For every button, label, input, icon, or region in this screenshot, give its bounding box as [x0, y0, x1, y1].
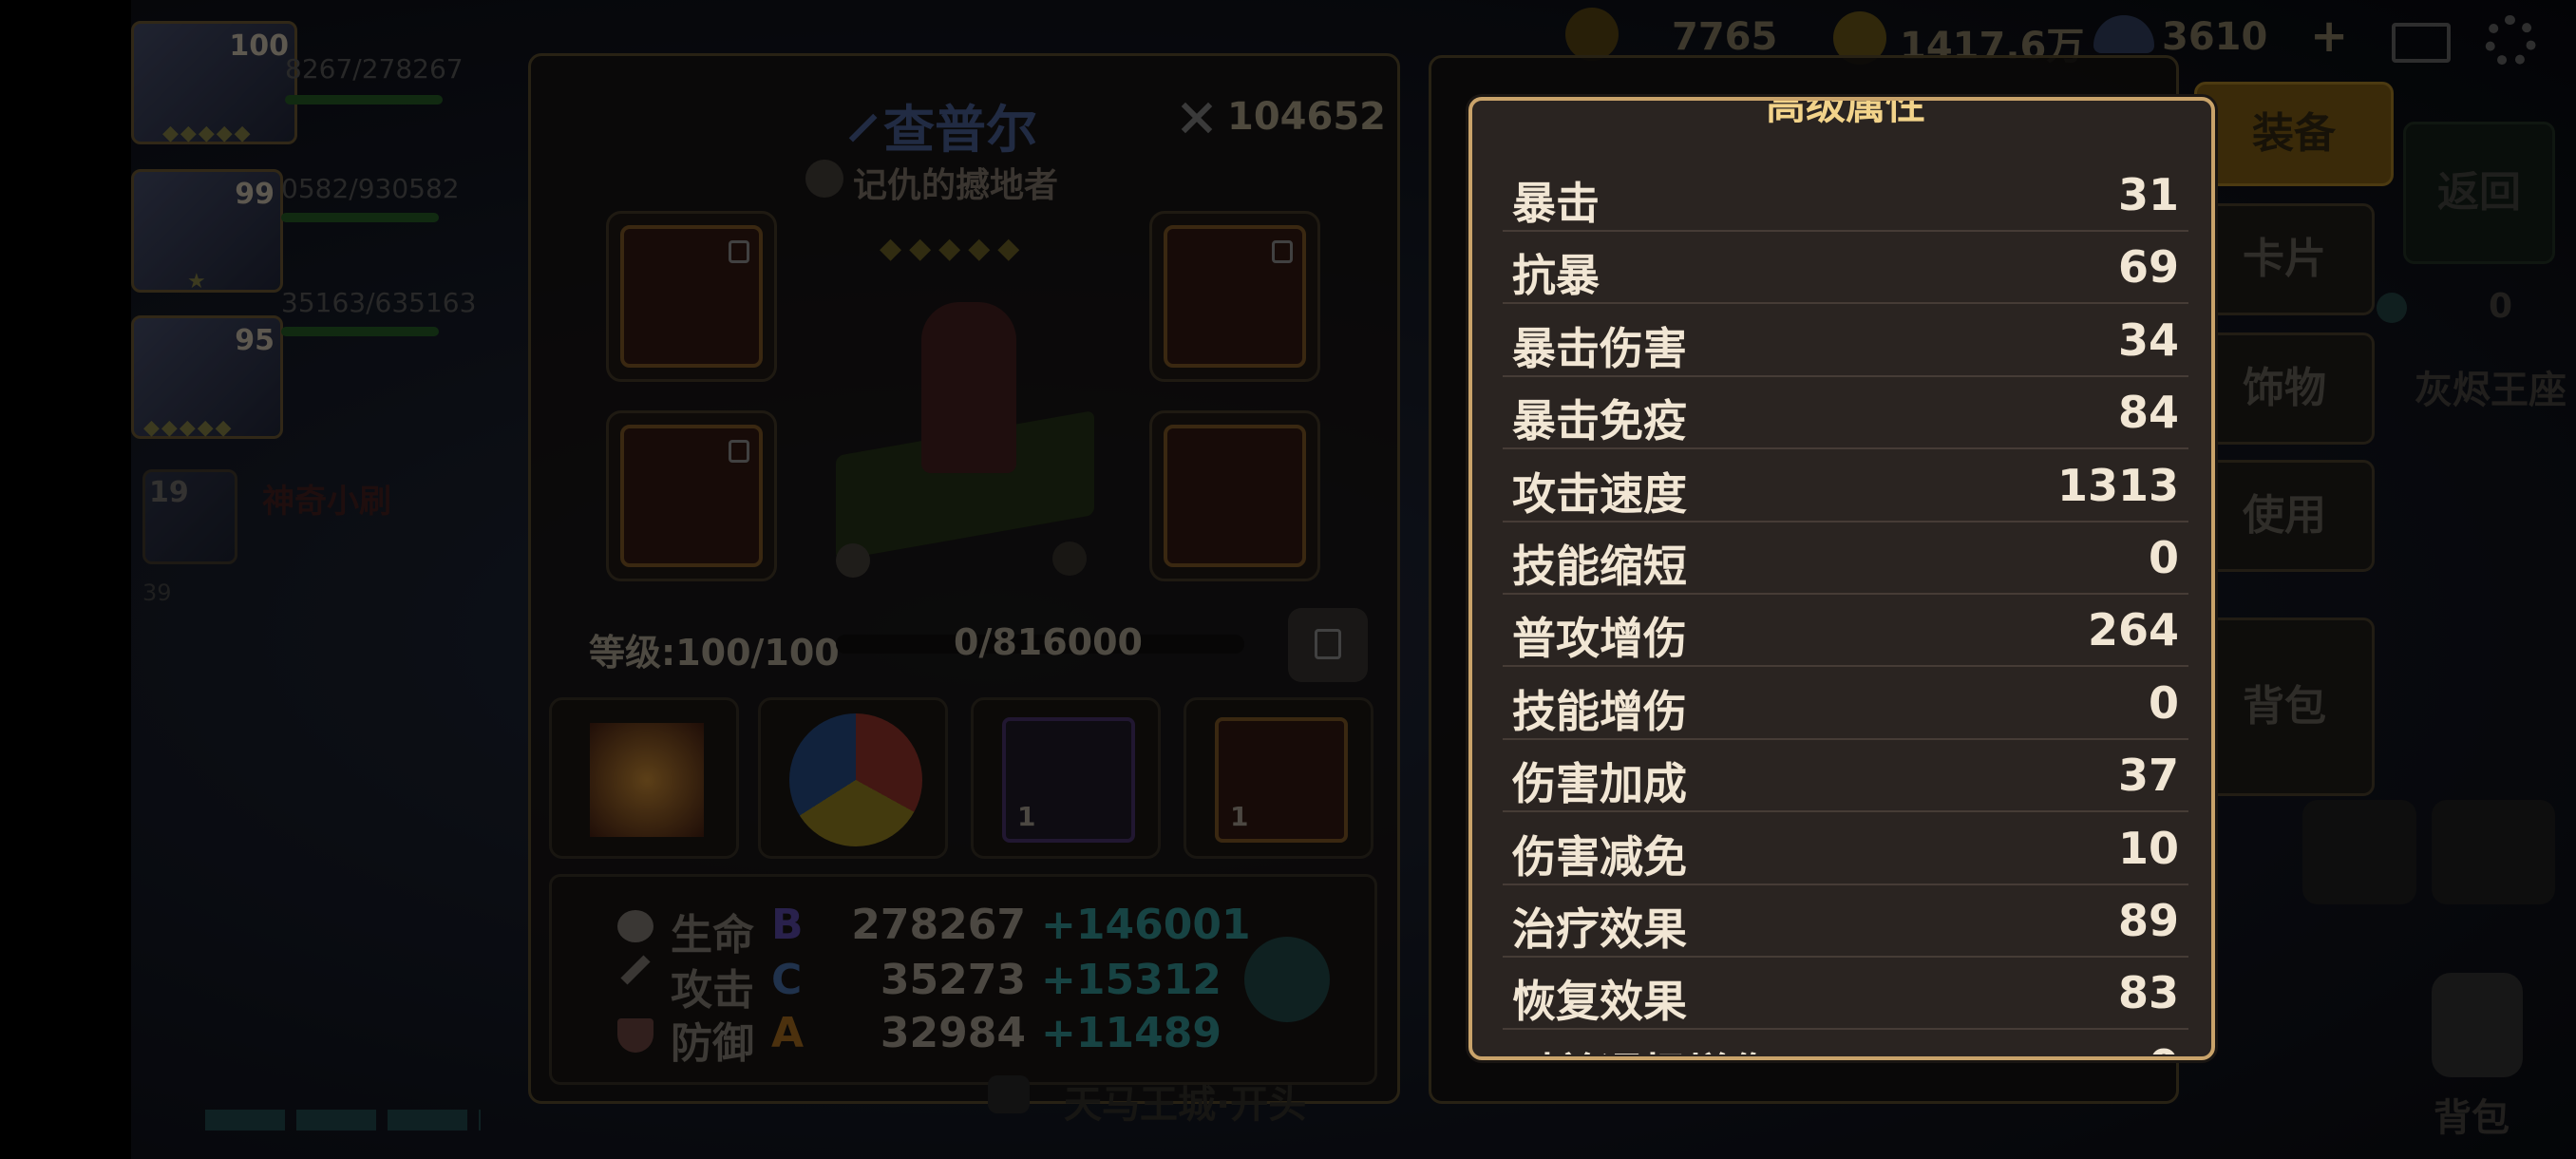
attribute-value: 0	[2148, 532, 2179, 583]
attribute-row: 暴击免疫 84	[1503, 375, 2188, 450]
attribute-value: 83	[2117, 967, 2179, 1019]
attribute-label: 恢复效果	[1512, 976, 1687, 1028]
attribute-label: 技能增伤	[1512, 685, 1687, 737]
attribute-row: 抗暴 69	[1503, 230, 2188, 305]
attribute-value: 89	[2117, 895, 2179, 946]
attribute-row: 治疗效果 89	[1503, 884, 2188, 958]
attributes-list[interactable]: 暴击 31 抗暴 69 暴击伤害 34 暴击免疫 84 攻击速度 1313 技能缩短 0 普攻增伤 264…	[1503, 158, 2188, 1054]
attribute-value: 0	[2148, 676, 2179, 729]
attribute-value: 1313	[2056, 459, 2179, 511]
attribute-row: 攻击速度 1313	[1503, 448, 2188, 522]
game-screen: 7765 1417.6万 3610 + 100 ◆◆◆◆◆ 8267/27826…	[0, 0, 2576, 1159]
attribute-value: 10	[2117, 822, 2179, 874]
attribute-value: 31	[2117, 169, 2179, 220]
attribute-value: 69	[2117, 241, 2179, 294]
attribute-value: 37	[2117, 750, 2179, 802]
advanced-attributes-popup: 高级属性 暴击 31 抗暴 69 暴击伤害 34 暴击免疫 84 攻击速度 1313 技能缩短 0 普攻…	[1468, 97, 2215, 1060]
attribute-row: 技能缩短 0	[1503, 521, 2188, 595]
attribute-label: 伤害减免	[1512, 830, 1687, 883]
attribute-label: 攻击速度	[1512, 467, 1687, 520]
attribute-label: 伤害加成	[1512, 758, 1687, 810]
attribute-label: 治疗效果	[1512, 903, 1687, 955]
attribute-label: 抗暴	[1512, 250, 1600, 302]
attribute-label: 暴击免疫	[1512, 395, 1687, 447]
attribute-row: 伤害减免 10	[1503, 811, 2188, 885]
attribute-value: 34	[2117, 314, 2179, 366]
attribute-label: 技能缩短	[1512, 541, 1687, 592]
attribute-value: 264	[2087, 604, 2179, 656]
attribute-row: 恢复效果 83	[1503, 956, 2188, 1031]
attribute-row: 技能增伤 0	[1503, 666, 2188, 740]
attribute-label: 对普通怪增伤	[1512, 1040, 1774, 1054]
attribute-label: 普攻增伤	[1512, 613, 1687, 665]
attribute-value: 0	[2149, 1040, 2179, 1054]
attribute-row: 对普通怪增伤 0	[1503, 1029, 2188, 1054]
attribute-row: 暴击 31	[1503, 158, 2188, 232]
attribute-label: 暴击伤害	[1512, 322, 1687, 374]
popup-title: 高级属性	[1765, 101, 1925, 128]
attribute-label: 暴击	[1512, 178, 1600, 229]
attribute-row: 普攻增伤 264	[1503, 593, 2188, 668]
attribute-value: 84	[2117, 387, 2179, 439]
attribute-row: 暴击伤害 34	[1503, 303, 2188, 377]
attribute-row: 伤害加成 37	[1503, 738, 2188, 813]
